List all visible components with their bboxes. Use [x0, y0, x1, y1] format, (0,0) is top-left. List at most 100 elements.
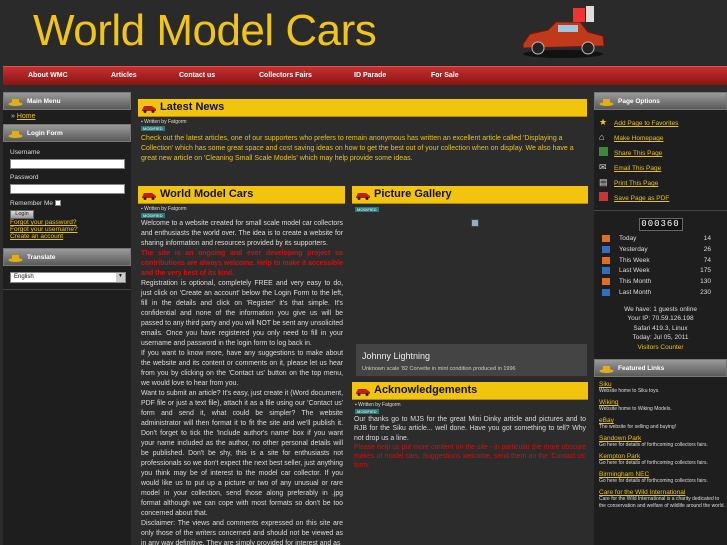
- page-option-email[interactable]: ✉ Email This Page: [594, 162, 727, 177]
- ack-text: Our thanks go to MJS for the great Mini …: [354, 416, 586, 442]
- menu-item-home[interactable]: Home: [17, 113, 36, 120]
- username-label: Username: [10, 149, 40, 156]
- featured-link-item: Sandown Park Go here for details of forth…: [599, 435, 708, 449]
- car-icon: [356, 389, 370, 396]
- stat-row: Today 14: [594, 234, 727, 245]
- page-option-homepage[interactable]: ⌂ Make Homepage: [594, 132, 727, 147]
- latest-news-title: Latest News: [138, 99, 587, 117]
- caption-text: Unknown scale '82 Corvette in mint condi…: [362, 366, 516, 372]
- byline: ▪ Written by Fatgorm: [141, 206, 187, 212]
- ack-red-text: Please help us put more content on the s…: [354, 443, 586, 470]
- ack-body: Our thanks go to MJS for the great Mini …: [352, 415, 588, 471]
- stat-icon: [602, 267, 610, 275]
- chevron-down-icon: ▼: [116, 273, 125, 282]
- featured-link-item: Wiking Website home to Wiking Models.: [599, 399, 672, 413]
- stat-icon: [602, 288, 610, 296]
- language-select[interactable]: English ▼: [10, 272, 126, 283]
- author-icon: ▪: [355, 402, 357, 408]
- hat-icon: [599, 366, 614, 374]
- site-title: World Model Cars: [33, 6, 377, 55]
- visitor-ip: Your IP: 70.59.126.198: [627, 315, 694, 323]
- modified-badge: MODIFIED: [355, 207, 379, 212]
- nav-articles[interactable]: Articles: [111, 72, 137, 79]
- home-icon: ⌂: [599, 132, 605, 142]
- forgot-password-link[interactable]: Forgot your password?: [10, 219, 124, 226]
- right-column: Page Options ★ Add Page to Favorites ⌂ Mak…: [594, 92, 727, 545]
- caption-title: Johnny Lightning: [362, 351, 431, 361]
- star-icon: ★: [599, 117, 608, 127]
- pdf-icon: [599, 192, 608, 201]
- latest-news-text: Check out the latest articles, one of ou…: [141, 135, 574, 162]
- share-icon: [599, 147, 608, 156]
- site-header: World Model Cars: [0, 0, 727, 66]
- visitor-counter: 000360 Today 14 Yesterday 26 This Week 74 L…: [594, 210, 727, 352]
- page-option-favorites[interactable]: ★ Add Page to Favorites: [594, 117, 727, 132]
- gallery-caption: Johnny Lightning Unknown scale '82 Corve…: [356, 344, 587, 376]
- left-column: Main Menu » Home Login Form Username Pas…: [3, 92, 131, 545]
- author-icon: ▪: [141, 206, 143, 212]
- wmc-disclaimer: Disclaimer: The views and comments expre…: [141, 520, 343, 545]
- wmc-paragraph: If you want to know more, have any sugge…: [141, 350, 343, 387]
- visitor-browser: Safari 419.3, Linux: [633, 324, 688, 332]
- login-button[interactable]: Login: [10, 210, 34, 219]
- featured-links: Siku Website home to Siku toys. Wiking Web…: [594, 377, 727, 510]
- latest-news-panel: Latest News ▪ Written by Fatgorm MODIFIE…: [138, 99, 587, 171]
- create-account-link[interactable]: Create an account: [10, 233, 124, 240]
- login-form: Username Password Remember Me Login Forg…: [3, 142, 131, 240]
- car-icon: [142, 106, 156, 113]
- hat-icon: [599, 99, 614, 106]
- nav-id-parade[interactable]: ID Parade: [354, 72, 386, 79]
- ack-title: Acknowledgements: [352, 382, 588, 400]
- page-option-share[interactable]: Share This Page: [594, 147, 727, 162]
- hat-icon: [8, 255, 23, 262]
- wmc-notice: The site is an ongoing and ever developi…: [141, 250, 343, 277]
- logo-car-icon: [522, 6, 605, 58]
- modified-badge: MODIFIED: [141, 213, 165, 218]
- stat-row: This Month 130: [594, 277, 727, 288]
- page-options-header: Page Options: [594, 92, 727, 110]
- nav-for-sale[interactable]: For Sale: [431, 72, 459, 79]
- wmc-panel: World Model Cars ▪ Written by Fatgorm MO…: [138, 186, 345, 545]
- guests-online: We have: 1 guests online: [624, 305, 697, 313]
- language-selected: English: [14, 274, 34, 280]
- wmc-title: World Model Cars: [138, 186, 345, 204]
- nav-about[interactable]: About WMC: [28, 72, 68, 79]
- modified-badge: MODIFIED: [355, 409, 379, 414]
- car-icon: [356, 193, 370, 200]
- top-nav: About WMC Articles Contact us Collectors…: [3, 66, 727, 85]
- visitors-counter-link[interactable]: Visitors Counter: [594, 343, 727, 353]
- stat-icon: [602, 278, 610, 286]
- password-input[interactable]: [10, 183, 125, 194]
- stat-icon: [602, 235, 610, 242]
- username-input[interactable]: [10, 159, 125, 169]
- featured-link-item: Siku Website home to Siku toys.: [599, 381, 660, 395]
- gallery-image-icon[interactable]: [471, 219, 479, 227]
- email-icon: ✉: [599, 162, 607, 172]
- featured-link-item: Care for the Wild International Care for …: [599, 489, 725, 510]
- print-icon: ▤: [599, 177, 608, 187]
- visitor-info: We have: 1 guests online Your IP: 70.59.…: [594, 305, 727, 353]
- featured-link-item: Kempton Park Go here for details of forth…: [599, 453, 708, 467]
- gallery-title: Picture Gallery: [352, 186, 588, 204]
- nav-fairs[interactable]: Collectors Fairs: [259, 72, 312, 79]
- gallery-panel: Picture Gallery MODIFIED Johnny Lightnin…: [352, 186, 588, 376]
- author-icon: ▪: [141, 119, 143, 125]
- wmc-body: Welcome to a website created for small s…: [138, 219, 345, 545]
- hat-icon: [8, 99, 23, 106]
- byline: ▪ Written by Fatgorm: [355, 402, 401, 408]
- stat-row: This Week 74: [594, 256, 727, 267]
- hat-icon: [8, 131, 23, 138]
- wmc-paragraph: Welcome to a website created for small s…: [141, 220, 343, 247]
- remember-label: Remember Me: [10, 200, 53, 207]
- byline: ▪ Written by Fatgorm: [141, 119, 187, 125]
- forgot-username-link[interactable]: Forgot your username?: [10, 226, 124, 233]
- featured-link-item: eBay The website for selling and buying!: [599, 417, 676, 431]
- car-icon: [142, 193, 156, 200]
- main-menu: » Home: [11, 113, 36, 120]
- page-option-print[interactable]: ▤ Print This Page: [594, 177, 727, 192]
- nav-contact[interactable]: Contact us: [179, 72, 215, 79]
- page-option-pdf[interactable]: Save Page as PDF: [594, 192, 727, 207]
- stat-icon: [602, 245, 610, 253]
- stat-row: Last Week 175: [594, 266, 727, 277]
- remember-checkbox[interactable]: [54, 200, 61, 207]
